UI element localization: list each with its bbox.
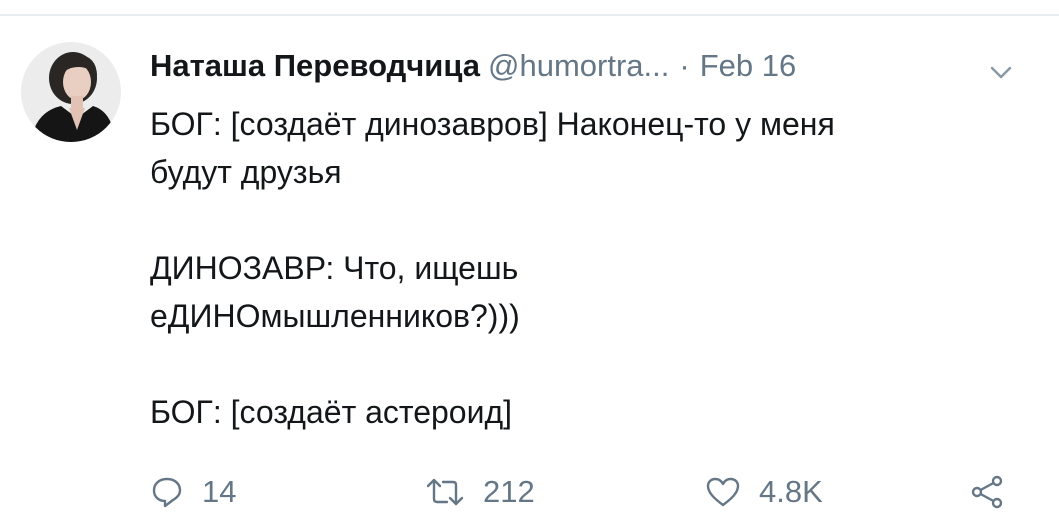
share-icon [970,475,1004,509]
tweet-text-line: БОГ: [создаёт астероид] [150,394,513,430]
like-button[interactable]: 4.8K [705,470,823,514]
retweet-icon [425,477,465,507]
tweet[interactable]: Наташа Переводчица @humortra... · Feb 16 БО… [0,16,1059,520]
chevron-down-icon[interactable] [990,66,1012,80]
tweet-text: БОГ: [создаёт динозавров] Наконец-то у м… [150,100,1030,436]
like-count: 4.8K [759,474,823,509]
share-button[interactable] [970,470,1004,514]
author-handle[interactable]: @humortra... [488,48,669,83]
reply-button[interactable]: 14 [150,470,236,514]
separator-dot: · [679,48,690,83]
tweet-header: Наташа Переводчица @humortra... · Feb 16 [150,44,1010,88]
reply-count: 14 [202,474,237,509]
retweet-count: 212 [483,474,535,509]
retweet-button[interactable]: 212 [425,470,535,514]
tweet-text-line: еДИНОмышленников?))) [150,298,520,334]
tweet-actions: 14 212 4.8K [150,470,1030,514]
tweet-text-line: будут друзья [150,154,342,190]
heart-icon [705,476,741,508]
tweet-text-line: ДИНОЗАВР: Что, ищешь [150,250,519,286]
author-name[interactable]: Наташа Переводчица [150,48,480,83]
tweet-text-line: БОГ: [создаёт динозавров] Наконец-то у м… [150,106,835,142]
reply-icon [150,475,184,509]
avatar[interactable] [21,42,121,142]
tweet-date[interactable]: Feb 16 [700,48,797,83]
